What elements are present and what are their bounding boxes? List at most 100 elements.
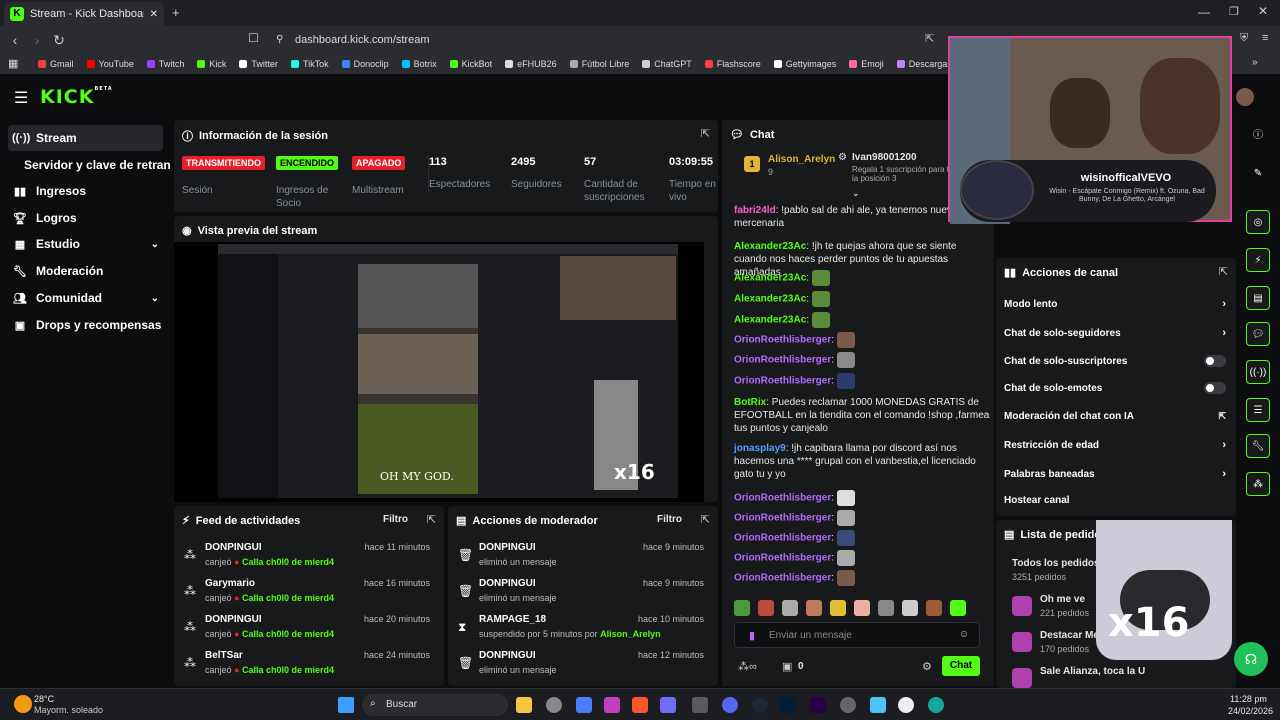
brave-shield-icon[interactable]: ⛨ [1240, 32, 1248, 45]
channel-action-row[interactable]: Chat de solo-seguidores › [1004, 321, 1226, 345]
chat-username[interactable]: OrionRoethlisberger [734, 573, 831, 584]
bookmark-item[interactable]: YouTube [86, 59, 134, 69]
chat-username[interactable]: fabri24ld [734, 205, 776, 216]
sidebar-item-server-key[interactable]: Servidor y clave de retransmisión [8, 152, 170, 178]
emote-picker-item[interactable] [854, 600, 870, 616]
bookmark-item[interactable]: Botrix [401, 59, 437, 69]
toggle-switch[interactable] [1204, 382, 1226, 394]
bookmark-item[interactable]: Twitch [146, 59, 184, 69]
chat-message[interactable]: OrionRoethlisberger: [734, 373, 990, 389]
bookmark-item[interactable]: ChatGPT [642, 59, 692, 69]
emote-picker-item[interactable] [782, 600, 798, 616]
site-info-icon[interactable]: ⚲ [276, 29, 283, 51]
share-icon[interactable]: ⇱ [925, 32, 934, 45]
chat-username[interactable]: Alexander23Ac [734, 294, 806, 305]
media-icon[interactable] [898, 697, 914, 713]
chat-message[interactable]: OrionRoethlisberger: [734, 550, 990, 566]
popout-icon[interactable]: ⇱ [427, 513, 436, 526]
channel-action-row[interactable]: Chat de solo-emotes [1004, 376, 1226, 400]
sidebar-item-ingresos[interactable]: ▮▮ Ingresos [8, 178, 163, 204]
bookmark-item[interactable]: eFHUB26 [505, 59, 557, 69]
reload-icon[interactable]: ↻ [48, 29, 70, 51]
browser-tab[interactable]: K Stream - Kick Dashboard ✕ [4, 2, 164, 26]
emote-picker-item[interactable] [734, 600, 750, 616]
edit-rail-icon[interactable]: ✎ [1246, 162, 1270, 186]
bookmark-item[interactable]: Kick [197, 59, 226, 69]
app-icon[interactable] [604, 697, 620, 713]
lightning-rail-icon[interactable]: ⚡︎ [1246, 248, 1270, 272]
notepad-icon[interactable] [870, 697, 886, 713]
user-avatar[interactable] [1236, 88, 1254, 106]
info-rail-icon[interactable]: ⓘ [1246, 124, 1270, 148]
channel-action-row[interactable]: Moderación del chat con IA ⇱ [1004, 404, 1226, 428]
store-icon[interactable]: ▣ [782, 660, 792, 673]
points-icon[interactable]: ⁂∞ [738, 660, 757, 673]
sidebar-item-comunidad[interactable]: 👥︎ Comunidad ⌄ [8, 285, 163, 311]
close-tab-icon[interactable]: ✕ [150, 9, 158, 20]
folder-icon[interactable] [516, 697, 532, 713]
emote-picker-item[interactable] [758, 600, 774, 616]
emote-picker-item[interactable] [926, 600, 942, 616]
new-tab-button[interactable]: + [172, 5, 180, 20]
sidebar-item-drops[interactable]: ▣ Drops y recompensas [8, 312, 163, 338]
chat-username[interactable]: Alexander23Ac [734, 273, 806, 284]
channel-action-row[interactable]: Palabras baneadas › [1004, 462, 1226, 486]
wrench-rail-icon[interactable]: 🔧︎ [1246, 434, 1270, 458]
feed-filter-button[interactable]: Filtro [383, 514, 408, 525]
chat-message[interactable]: OrionRoethlisberger: [734, 530, 990, 546]
order-item[interactable]: Sale Alianza, toca la U [1012, 666, 1212, 688]
feed-row[interactable]: ⁂ Garymario hace 16 minutos canjeó ● Calla … [182, 576, 436, 610]
chat-username[interactable]: OrionRoethlisberger [734, 335, 831, 346]
points-rail-icon[interactable]: ⁂ [1246, 472, 1270, 496]
back-icon[interactable]: ‹ [4, 29, 26, 51]
sidebar-item-logros[interactable]: 🏆︎ Logros [8, 205, 163, 231]
windows-start-icon[interactable] [338, 697, 354, 713]
feed-row[interactable]: ⁂ DONPINGUI hace 11 minutos canjeó ● Calla … [182, 540, 436, 574]
channel-action-row[interactable]: Modo lento › [1004, 292, 1226, 316]
popout-icon[interactable]: ⇱ [1219, 265, 1228, 278]
app-icon[interactable] [660, 697, 676, 713]
chat-username[interactable]: OrionRoethlisberger [734, 553, 831, 564]
chat-message[interactable]: Alexander23Ac: [734, 270, 990, 286]
chat-username[interactable]: BotRix [734, 397, 766, 408]
sidebar-item-moderacion[interactable]: 🔧︎ Moderación [8, 258, 163, 284]
list-rail-icon[interactable]: ☰ [1246, 398, 1270, 422]
brave-icon[interactable] [632, 697, 648, 713]
emote-picker-item[interactable] [830, 600, 846, 616]
bookmark-item[interactable]: Fútbol Libre [569, 59, 629, 69]
chat-message[interactable]: OrionRoethlisberger: [734, 352, 990, 368]
emote-picker-item[interactable] [878, 600, 894, 616]
chat-username[interactable]: OrionRoethlisberger [734, 533, 831, 544]
chat-message[interactable]: OrionRoethlisberger: [734, 510, 990, 526]
minimize-button[interactable]: — [1198, 5, 1210, 19]
close-window-button[interactable]: ✕ [1258, 4, 1268, 18]
maximize-button[interactable]: ❐ [1229, 5, 1239, 18]
popout-icon[interactable]: ⇱ [701, 513, 710, 526]
feed-row[interactable]: ⁂ BelTSar hace 24 minutos canjeó ● Calla ch… [182, 648, 436, 682]
chat-rail-icon[interactable]: 💬︎ [1246, 322, 1270, 346]
all-orders[interactable]: Todos los pedidos [1012, 558, 1100, 569]
camera-rail-icon[interactable]: ◎ [1246, 210, 1270, 234]
sidebar-item-stream[interactable]: ((·)) Stream [8, 125, 163, 151]
apps-grid-icon[interactable]: ▦ [8, 57, 18, 70]
send-chat-button[interactable]: Chat [942, 656, 980, 676]
bookmark-item[interactable]: Twitter [239, 59, 278, 69]
emote-picker-item[interactable] [950, 600, 966, 616]
chat-message[interactable]: jonasplay9: !jh capibara llama por disco… [734, 442, 990, 481]
toggle-switch[interactable] [1204, 355, 1226, 367]
feed-row[interactable]: ⁂ DONPINGUI hace 20 minutos canjeó ● Calla … [182, 612, 436, 646]
app-icon[interactable] [576, 697, 592, 713]
menu-icon[interactable]: ≡ [1262, 32, 1268, 44]
edge-icon[interactable] [928, 697, 944, 713]
chat-settings-icon[interactable]: ⚙ [922, 660, 932, 673]
chat-message[interactable]: OrionRoethlisberger: [734, 332, 990, 348]
mod-action-row[interactable]: 🗑︎ DONPINGUI hace 12 minutos eliminó un men… [456, 648, 710, 682]
chat-input[interactable]: ▮ Enviar un mensaje ☺ [734, 622, 980, 648]
collapse-icon[interactable]: ⌄ [852, 188, 860, 199]
chat-message[interactable]: OrionRoethlisberger: [734, 490, 990, 506]
more-bookmarks-icon[interactable]: » [1252, 57, 1258, 68]
chat-username[interactable]: OrionRoethlisberger [734, 376, 831, 387]
chat-message[interactable]: BotRix: Puedes reclamar 1000 MONEDAS GRA… [734, 396, 990, 435]
popout-icon[interactable]: ⇱ [701, 127, 710, 140]
channel-action-row[interactable]: Restricción de edad › [1004, 433, 1226, 457]
